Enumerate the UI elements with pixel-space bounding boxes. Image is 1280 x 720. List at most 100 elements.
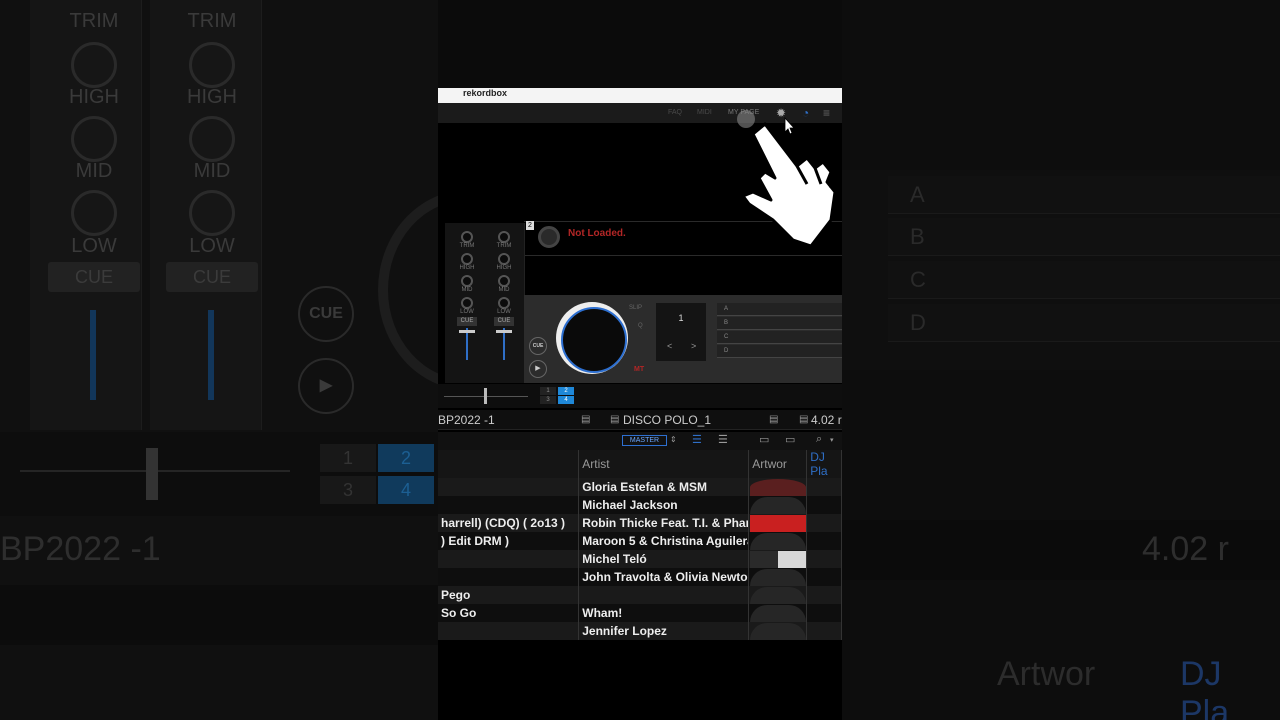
disc-icon [538,226,560,248]
artwork-column-header[interactable]: Artwor [748,450,808,478]
slip-button[interactable]: SLIP [629,305,642,311]
table-row[interactable]: harrell) (CDQ) ( 2o13 ) Robin Thicke Feat… [438,514,842,532]
hot-cue-a[interactable]: A [717,303,842,316]
table-row[interactable]: Michel Teló [438,550,842,568]
track-artwork [748,586,808,604]
high-knob[interactable] [461,253,473,265]
track-title: ) Edit DRM ) [438,532,580,550]
artwork-thumbnail [749,478,806,496]
bg-artwork-col: Artwor [997,655,1096,693]
artist-column-header[interactable]: Artist [578,450,750,478]
beat-value: 1 [678,313,684,323]
high-knob[interactable] [498,253,510,265]
compact-list-icon[interactable]: ☰ [718,433,728,446]
track-artist: Jennifer Lopez [578,622,750,640]
track-artist: Michael Jackson [578,496,750,514]
master-button[interactable]: MASTER [622,435,667,446]
hot-cue-pads: A B C D [717,303,842,361]
hot-cue-b[interactable]: B [717,317,842,330]
track-artwork [748,622,808,640]
beat-prev-button[interactable]: < [667,341,672,351]
table-row[interactable]: So Go Wham! [438,604,842,622]
table-row[interactable]: Pego [438,586,842,604]
hot-cue-d[interactable]: D [717,345,842,358]
track-artist [578,586,750,604]
deck-select-4[interactable]: 4 [558,396,574,404]
bg-high-label: HIGH [69,86,119,108]
panel-icon[interactable]: ▭ [785,433,795,446]
bg-knob [189,116,235,162]
track-djplay [806,550,842,568]
quantize-button[interactable]: Q [638,323,643,329]
track-djplay [806,622,842,640]
artwork-thumbnail [749,550,806,568]
low-label: LOW [460,309,474,315]
table-row[interactable]: ) Edit DRM ) Maroon 5 & Christina Aguiler… [438,532,842,550]
sort-arrows-icon[interactable]: ⇕ [670,435,677,444]
channel-cue-button[interactable]: CUE [457,317,477,326]
track-artwork [748,496,808,514]
channel-fader[interactable] [496,328,512,360]
mid-label: MID [461,287,473,293]
track-artwork [748,532,808,550]
hand-pointer-icon [737,110,837,248]
table-row[interactable]: Michael Jackson [438,496,842,514]
detail-list-icon[interactable]: ☰ [692,433,702,446]
djplay-column-header[interactable]: DJ Pla [806,450,842,478]
deck-select-1[interactable]: 1 [540,387,556,395]
track-title [438,478,580,496]
trim-label: TRIM [459,243,475,249]
list-view-icon[interactable]: ▤ [769,410,778,430]
deck-select-2[interactable]: 2 [558,387,574,395]
bg-deck-3: 3 [320,476,376,504]
beat-jump-panel: 1 < > [656,303,706,361]
mid-knob[interactable] [461,275,473,287]
track-artist: John Travolta & Olivia Newton [578,568,750,586]
artwork-thumbnail [749,532,806,550]
channel-fader[interactable] [459,328,475,360]
title-column-header[interactable] [438,450,580,478]
master-tempo-button[interactable]: MT [634,366,644,373]
panel-icon[interactable]: ▭ [759,433,769,446]
mixer-channel-1: TRIM HIGH MID LOW CUE [449,227,485,362]
artwork-thumbnail [749,496,806,514]
low-knob[interactable] [498,297,510,309]
playlist-title[interactable]: DISCO POLO_1 [623,410,711,430]
crossfader-handle[interactable] [484,388,487,404]
cue-button[interactable]: CUE [529,337,547,355]
trim-knob[interactable] [461,231,473,243]
artwork-thumbnail [749,622,806,640]
playlist-icon: ▤ [799,414,809,425]
playlist-icon: ▤ [610,414,620,425]
background-right: 4.02 r Artwor DJ Pla [842,0,1280,720]
mid-knob[interactable] [498,275,510,287]
beat-next-button[interactable]: > [691,341,696,351]
midi-link[interactable]: MIDI [697,109,712,116]
background-left: TRIM TRIM HIGH HIGH MID MID LOW LOW CUE … [0,0,558,720]
deck-2-number: 2 [526,221,534,230]
channel-cue-button[interactable]: CUE [494,317,514,326]
bg-trim-label: TRIM [69,10,119,32]
deck-select-3[interactable]: 3 [540,396,556,404]
track-artwork [748,514,808,532]
faq-link[interactable]: FAQ [668,109,682,116]
list-view-icon[interactable]: ▤ [581,410,590,430]
right-playlist-title[interactable]: 4.02 r [811,410,842,430]
left-playlist-title[interactable]: BP2022 -1 [438,410,495,430]
search-icon[interactable]: ⌕ [816,433,822,446]
hot-cue-c[interactable]: C [717,331,842,344]
app-title: rekordbox [463,88,508,98]
table-row[interactable]: Gloria Estefan & MSM [438,478,842,496]
low-knob[interactable] [461,297,473,309]
bg-pad-d: D [888,304,1280,342]
play-button[interactable]: ▶ [529,360,547,378]
table-row[interactable]: John Travolta & Olivia Newton [438,568,842,586]
browser-header: BP2022 -1 ▤ ▤ DISCO POLO_1 ▤ ▤ 4.02 r [438,410,842,430]
bg-xfader-handle [146,448,158,500]
bg-deck-2: 2 [378,444,434,472]
jog-wheel[interactable] [556,302,628,374]
table-row[interactable]: Jennifer Lopez [438,622,842,640]
trim-knob[interactable] [498,231,510,243]
chevron-down-icon[interactable]: ▾ [830,436,834,444]
bg-knob [71,42,117,88]
